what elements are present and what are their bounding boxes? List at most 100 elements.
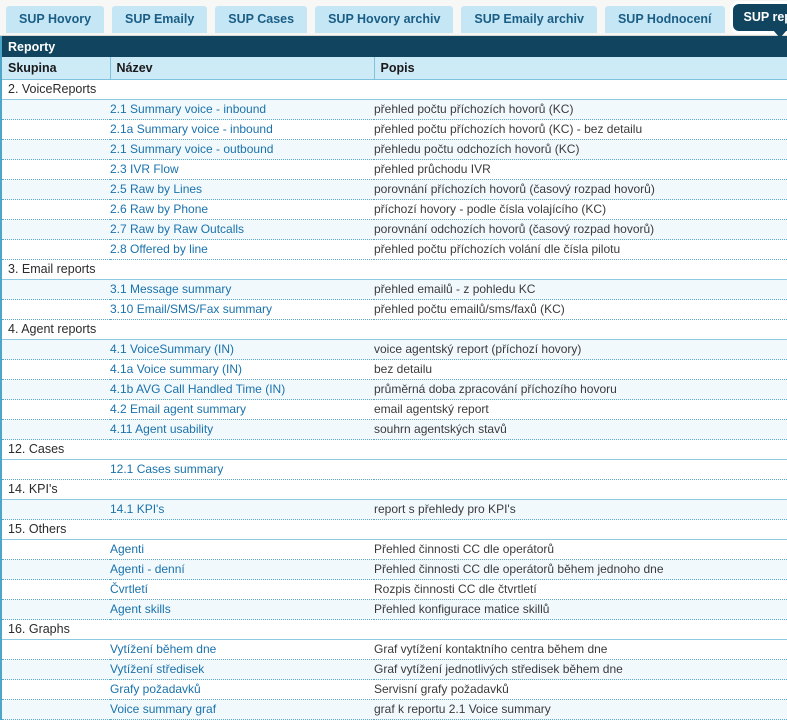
cell-popis: příchozí hovory - podle čísla volajícího… <box>374 200 787 220</box>
tab-sup-cases[interactable]: SUP Cases <box>215 6 307 33</box>
cell-nazev: 2.6 Raw by Phone <box>110 200 374 220</box>
cell-popis: přehled emailů - z pohledu KC <box>374 280 787 300</box>
table-row: 2.7 Raw by Raw Outcallsporovnání odchozí… <box>2 220 787 240</box>
report-link[interactable]: Vytížení středisek <box>110 662 204 676</box>
table-body: 2. VoiceReports2.1 Summary voice - inbou… <box>2 80 787 720</box>
group-header-row: 16. Graphs <box>2 620 787 640</box>
cell-skupina <box>2 200 110 220</box>
report-link[interactable]: 2.1 Summary voice - inbound <box>110 102 266 116</box>
cell-popis: přehled počtu emailů/sms/faxů (KC) <box>374 300 787 320</box>
report-link[interactable]: 2.8 Offered by line <box>110 242 208 256</box>
cell-nazev: Agenti - denní <box>110 560 374 580</box>
table-row: Agent skills Přehled konfigurace matice s… <box>2 600 787 620</box>
cell-skupina <box>2 600 110 620</box>
group-label: 16. Graphs <box>2 620 787 640</box>
report-link[interactable]: 4.1b AVG Call Handled Time (IN) <box>110 382 285 396</box>
report-link[interactable]: 12.1 Cases summary <box>110 462 223 476</box>
group-header-row: 4. Agent reports <box>2 320 787 340</box>
report-link[interactable]: 2.1 Summary voice - outbound <box>110 142 273 156</box>
group-header-row: 2. VoiceReports <box>2 80 787 100</box>
table-row: 2.1 Summary voice - inboundpřehled počtu… <box>2 100 787 120</box>
cell-nazev: 4.1a Voice summary (IN) <box>110 360 374 380</box>
report-link[interactable]: Voice summary graf <box>110 702 216 716</box>
cell-nazev: 4.1b AVG Call Handled Time (IN) <box>110 380 374 400</box>
cell-nazev: 2.5 Raw by Lines <box>110 180 374 200</box>
column-header-nazev[interactable]: Název <box>110 57 374 80</box>
report-link[interactable]: 4.11 Agent usability <box>110 422 213 436</box>
report-link[interactable]: 2.5 Raw by Lines <box>110 182 202 196</box>
cell-nazev: Agent skills <box>110 600 374 620</box>
report-link[interactable]: 2.3 IVR Flow <box>110 162 179 176</box>
group-header-row: 14. KPI's <box>2 480 787 500</box>
tab-sup-hovory[interactable]: SUP Hovory <box>6 6 104 33</box>
report-link[interactable]: Čvrtletí <box>110 582 148 596</box>
cell-skupina <box>2 380 110 400</box>
table-row: Voice summary grafgraf k reportu 2.1 Voi… <box>2 700 787 720</box>
report-link[interactable]: 2.1a Summary voice - inbound <box>110 122 273 136</box>
report-link[interactable]: Agenti <box>110 542 144 556</box>
cell-skupina <box>2 660 110 680</box>
cell-skupina <box>2 360 110 380</box>
table-row: 12.1 Cases summary <box>2 460 787 480</box>
cell-skupina <box>2 140 110 160</box>
cell-skupina <box>2 280 110 300</box>
cell-skupina <box>2 540 110 560</box>
table-row: Agenti - denníPřehled činnosti CC dle op… <box>2 560 787 580</box>
cell-nazev: 4.2 Email agent summary <box>110 400 374 420</box>
report-link[interactable]: Agent skills <box>110 602 171 616</box>
cell-popis: Přehled konfigurace matice skillů <box>374 600 787 620</box>
reports-table: Skupina Název Popis 2. VoiceReports2.1 S… <box>2 57 787 720</box>
cell-skupina <box>2 180 110 200</box>
report-link[interactable]: 2.6 Raw by Phone <box>110 202 208 216</box>
report-link[interactable]: 14.1 KPI's <box>110 502 164 516</box>
report-link[interactable]: 4.2 Email agent summary <box>110 402 246 416</box>
tab-bar: SUP Hovory SUP Emaily SUP Cases SUP Hovory … <box>0 0 787 36</box>
table-row: Vytížení během dneGraf vytížení kontaktn… <box>2 640 787 660</box>
cell-popis: průměrná doba zpracování příchozího hovo… <box>374 380 787 400</box>
cell-popis: email agentský report <box>374 400 787 420</box>
report-link[interactable]: Vytížení během dne <box>110 642 216 656</box>
table-row: 4.1a Voice summary (IN) bez detailu <box>2 360 787 380</box>
table-row: 2.1a Summary voice - inbound přehled počt… <box>2 120 787 140</box>
cell-skupina <box>2 500 110 520</box>
group-header-row: 15. Others <box>2 520 787 540</box>
report-link[interactable]: Agenti - denní <box>110 562 185 576</box>
cell-skupina <box>2 560 110 580</box>
column-header-skupina[interactable]: Skupina <box>2 57 110 80</box>
cell-skupina <box>2 300 110 320</box>
cell-popis: report s přehledy pro KPI's <box>374 500 787 520</box>
report-link[interactable]: 3.1 Message summary <box>110 282 231 296</box>
table-header-row: Skupina Název Popis <box>2 57 787 80</box>
tab-sup-emaily[interactable]: SUP Emaily <box>112 6 207 33</box>
cell-skupina <box>2 460 110 480</box>
cell-popis: porovnání příchozích hovorů (časový rozp… <box>374 180 787 200</box>
tab-sup-hovory-archiv[interactable]: SUP Hovory archiv <box>315 6 453 33</box>
group-label: 15. Others <box>2 520 787 540</box>
cell-skupina <box>2 220 110 240</box>
cell-popis: přehled počtu příchozích hovorů (KC) - b… <box>374 120 787 140</box>
column-header-popis[interactable]: Popis <box>374 57 787 80</box>
table-row: ČvrtletíRozpis činnosti CC dle čtvrtletí <box>2 580 787 600</box>
tab-sup-reporty[interactable]: SUP reporty <box>733 4 787 31</box>
report-link[interactable]: 4.1a Voice summary (IN) <box>110 362 242 376</box>
report-link[interactable]: Grafy požadavků <box>110 682 201 696</box>
table-row: 3.10 Email/SMS/Fax summary přehled počtu … <box>2 300 787 320</box>
table-row: 2.5 Raw by Lines porovnání příchozích hov… <box>2 180 787 200</box>
report-link[interactable]: 4.1 VoiceSummary (IN) <box>110 342 234 356</box>
group-label: 4. Agent reports <box>2 320 787 340</box>
cell-nazev: 2.1 Summary voice - inbound <box>110 100 374 120</box>
cell-nazev: 2.3 IVR Flow <box>110 160 374 180</box>
cell-popis: souhrn agentských stavů <box>374 420 787 440</box>
report-link[interactable]: 3.10 Email/SMS/Fax summary <box>110 302 272 316</box>
cell-nazev: Agenti <box>110 540 374 560</box>
report-link[interactable]: 2.7 Raw by Raw Outcalls <box>110 222 244 236</box>
group-header-row: 3. Email reports <box>2 260 787 280</box>
tab-sup-hodnocen[interactable]: SUP Hodnocení <box>605 6 725 33</box>
cell-nazev: Grafy požadavků <box>110 680 374 700</box>
cell-nazev: 4.1 VoiceSummary (IN) <box>110 340 374 360</box>
table-row: Vytížení středisekGraf vytížení jednotli… <box>2 660 787 680</box>
tab-sup-emaily-archiv[interactable]: SUP Emaily archiv <box>461 6 597 33</box>
cell-popis: bez detailu <box>374 360 787 380</box>
cell-skupina <box>2 160 110 180</box>
cell-nazev: 2.8 Offered by line <box>110 240 374 260</box>
